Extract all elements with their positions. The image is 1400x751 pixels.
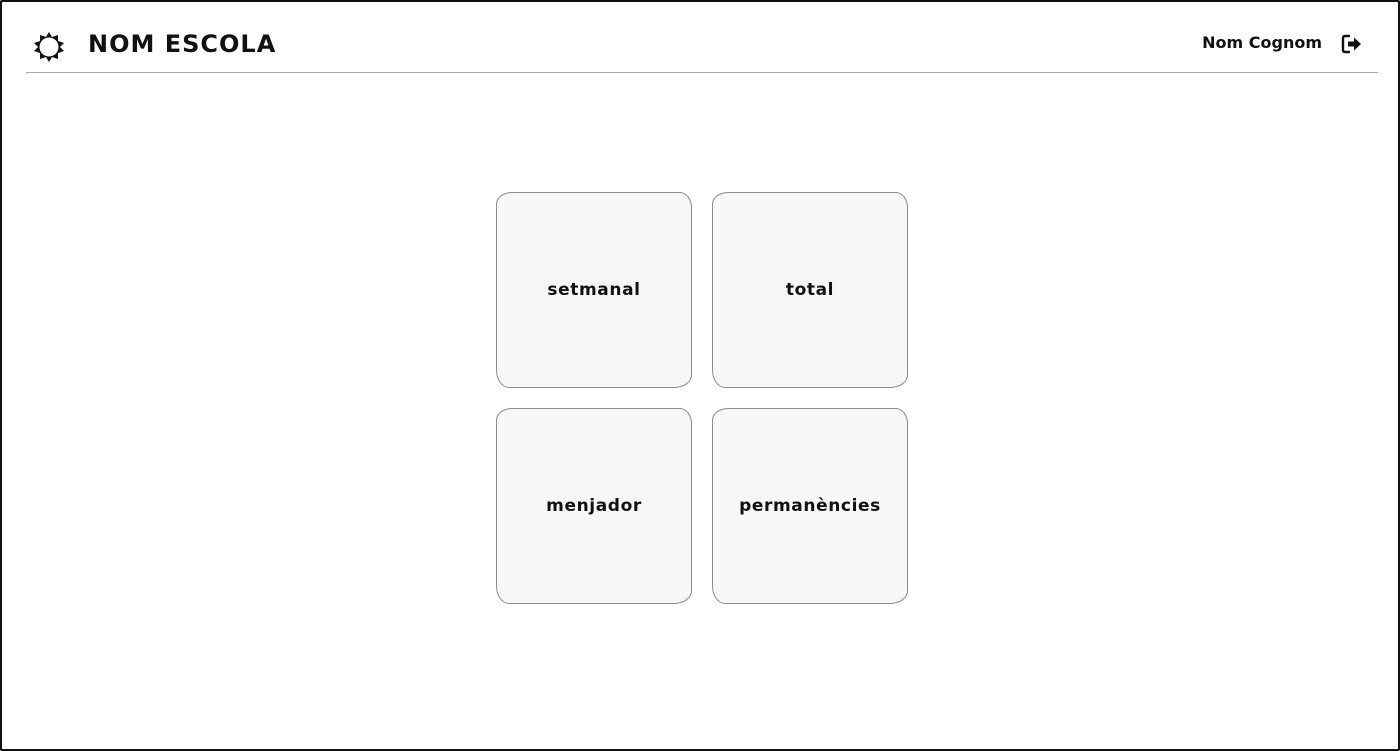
app-window: NOM ESCOLA Nom Cognom setmanal total men… (0, 0, 1400, 751)
tile-label: permanències (739, 496, 881, 516)
sun-gear-icon (32, 30, 66, 64)
user-name[interactable]: Nom Cognom (1202, 33, 1322, 52)
school-name: NOM ESCOLA (88, 30, 277, 58)
logout-icon[interactable] (1340, 32, 1364, 56)
tile-label: total (785, 280, 835, 300)
tile-setmanal[interactable]: setmanal (496, 192, 692, 388)
header: NOM ESCOLA Nom Cognom (26, 20, 1378, 73)
tile-label: setmanal (547, 280, 641, 300)
tile-menjador[interactable]: menjador (496, 408, 692, 604)
tile-total[interactable]: total (712, 192, 908, 388)
tile-permanencies[interactable]: permanències (712, 408, 908, 604)
tile-label: menjador (546, 496, 642, 516)
